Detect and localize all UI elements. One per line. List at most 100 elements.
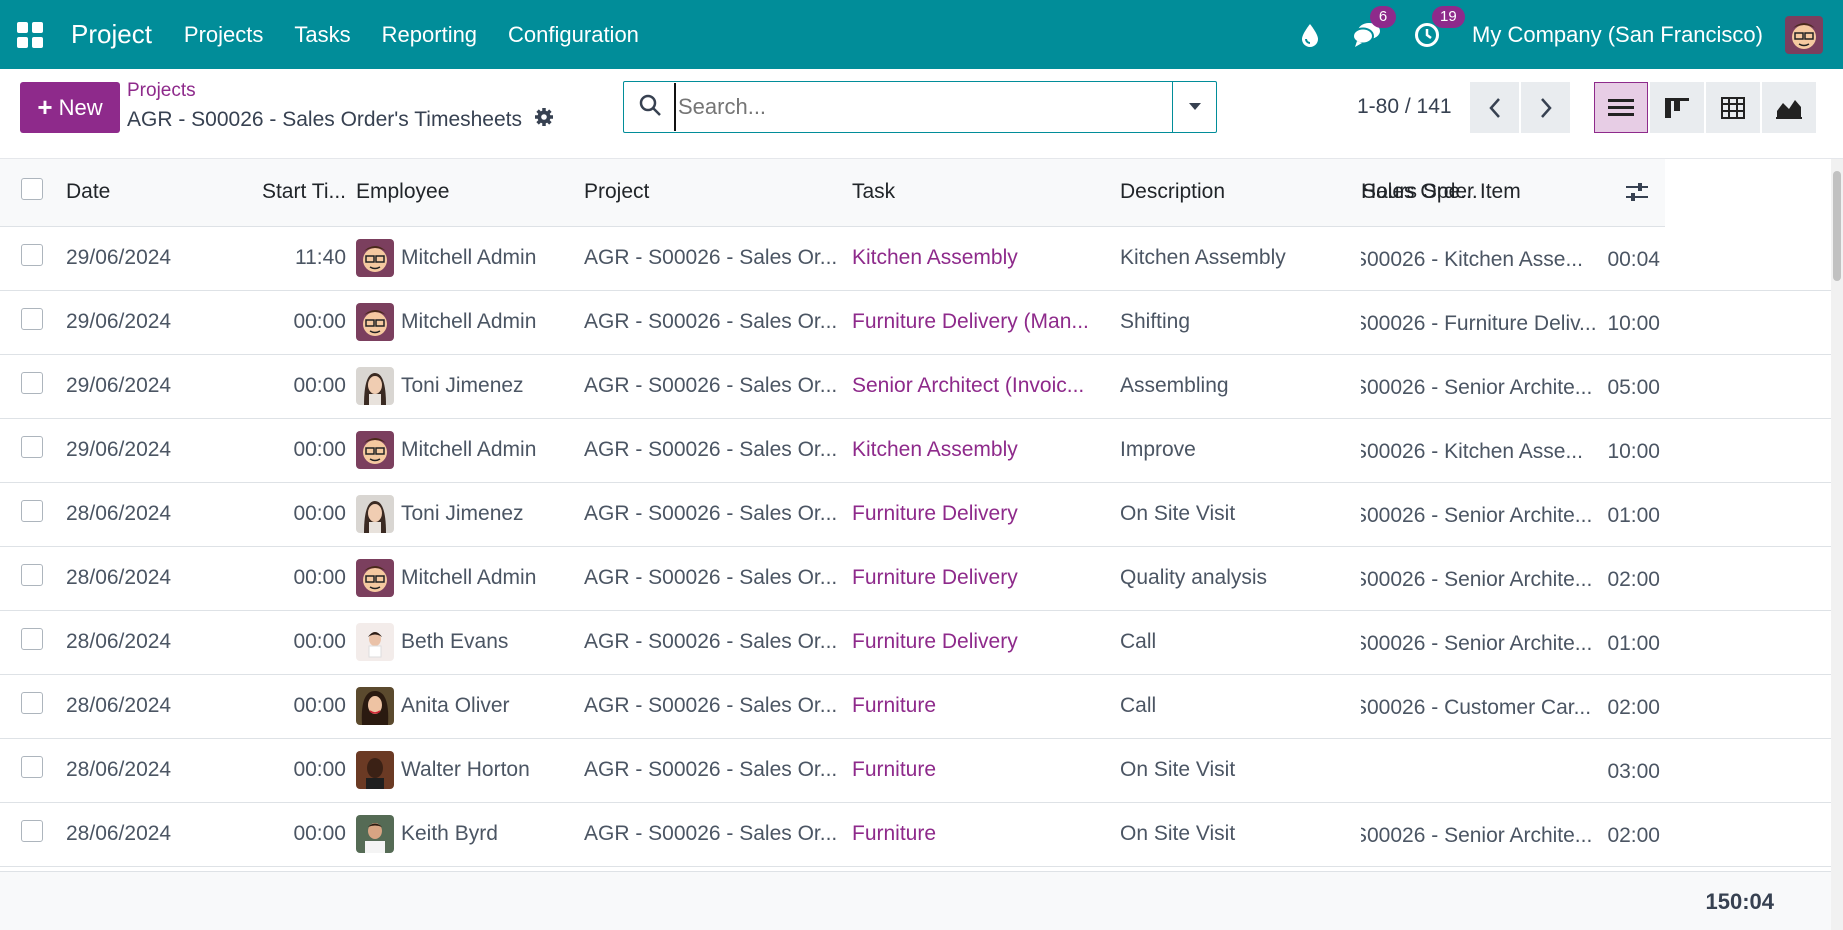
company-switcher[interactable]: My Company (San Francisco) [1472,22,1763,48]
cell-employee[interactable]: Toni Jimenez [356,495,584,533]
cell-hours-spent[interactable]: 02:00 [1607,696,1660,720]
table-row[interactable]: 28/06/2024 00:00 Anita Oliver AGR - S00026 … [0,674,1831,738]
cell-project[interactable]: AGR - S00026 - Sales Or... [584,610,852,674]
row-checkbox[interactable] [21,756,43,778]
menu-configuration[interactable]: Configuration [508,22,639,48]
cell-date[interactable]: 29/06/2024 [66,418,223,482]
kanban-view-button[interactable] [1650,82,1704,133]
cell-hours-spent[interactable]: 10:00 [1607,312,1660,336]
row-checkbox[interactable] [21,500,43,522]
cell-start-time[interactable]: 00:00 [223,802,356,866]
cell-hours-spent[interactable]: 00:04 [1607,248,1660,272]
row-checkbox[interactable] [21,692,43,714]
cell-employee[interactable]: Beth Evans [356,623,584,661]
cell-date[interactable]: 28/06/2024 [66,610,223,674]
column-header-project[interactable]: Project [584,159,852,227]
column-header-date[interactable]: Date [66,159,223,227]
cell-project[interactable]: AGR - S00026 - Sales Or... [584,290,852,354]
cell-description[interactable]: Quality analysis [1120,546,1361,610]
table-row[interactable]: 29/06/2024 00:00 Mitchell Admin AGR - S0002… [0,290,1831,354]
cell-start-time[interactable]: 00:00 [223,546,356,610]
cell-description[interactable]: Call [1120,674,1361,738]
cell-hours-spent[interactable]: 01:00 [1607,504,1660,528]
cell-project[interactable]: AGR - S00026 - Sales Or... [584,738,852,802]
cell-task[interactable]: Senior Architect (Invoic... [852,354,1120,418]
cell-sales-order-item[interactable]: S00026 - Senior Archite... [1361,504,1592,528]
table-row[interactable]: 28/06/2024 00:00 Toni Jimenez AGR - S00026 … [0,482,1831,546]
cell-employee[interactable]: Mitchell Admin [356,431,584,469]
cell-project[interactable]: AGR - S00026 - Sales Or... [584,354,852,418]
cell-description[interactable]: Shifting [1120,290,1361,354]
activities-clock-icon[interactable]: 19 [1414,5,1465,48]
droplet-icon[interactable] [1300,23,1320,47]
grid-view-button[interactable] [1706,82,1760,133]
table-row[interactable]: 29/06/2024 11:40 Mitchell Admin AGR - S0002… [0,226,1831,290]
cell-sales-order-item[interactable]: S00026 - Customer Car... [1361,696,1591,720]
cell-description[interactable]: Kitchen Assembly [1120,226,1361,290]
cell-start-time[interactable]: 00:00 [223,290,356,354]
apps-menu-icon[interactable] [15,20,45,50]
row-checkbox[interactable] [21,244,43,266]
pager-previous-button[interactable] [1470,82,1519,133]
row-checkbox[interactable] [21,564,43,586]
cell-date[interactable]: 29/06/2024 [66,354,223,418]
cell-date[interactable]: 28/06/2024 [66,546,223,610]
row-checkbox[interactable] [21,372,43,394]
row-checkbox[interactable] [21,308,43,330]
messages-icon[interactable]: 6 [1352,5,1397,48]
table-row[interactable]: 28/06/2024 00:00 Keith Byrd AGR - S00026 - … [0,802,1831,866]
cell-task[interactable]: Furniture Delivery [852,482,1120,546]
cell-description[interactable]: Assembling [1120,354,1361,418]
cell-hours-spent[interactable]: 05:00 [1607,376,1660,400]
cell-description[interactable]: Call [1120,610,1361,674]
cell-employee[interactable]: Mitchell Admin [356,303,584,341]
cell-date[interactable]: 29/06/2024 [66,290,223,354]
user-avatar[interactable] [1785,15,1823,54]
cell-employee[interactable]: Walter Horton [356,751,584,789]
cell-start-time[interactable]: 11:40 [223,226,356,290]
cell-start-time[interactable]: 00:00 [223,738,356,802]
cell-project[interactable]: AGR - S00026 - Sales Or... [584,226,852,290]
app-brand[interactable]: Project [71,19,152,50]
scrollbar-thumb[interactable] [1833,171,1841,281]
breadcrumb-projects-link[interactable]: Projects [127,80,196,102]
menu-projects[interactable]: Projects [184,22,263,48]
cell-task[interactable]: Kitchen Assembly [852,226,1120,290]
cell-sales-order-item[interactable]: S00026 - Senior Archite... [1361,568,1592,592]
menu-reporting[interactable]: Reporting [382,22,477,48]
cell-project[interactable]: AGR - S00026 - Sales Or... [584,802,852,866]
table-row[interactable]: 28/06/2024 00:00 Walter Horton AGR - S00026… [0,738,1831,802]
cell-start-time[interactable]: 00:00 [223,482,356,546]
cell-start-time[interactable]: 00:00 [223,418,356,482]
cell-date[interactable]: 28/06/2024 [66,482,223,546]
cell-sales-order-item[interactable]: S00026 - Senior Archite... [1361,824,1592,848]
graph-view-button[interactable] [1762,82,1816,133]
cell-employee[interactable]: Mitchell Admin [356,559,584,597]
cell-date[interactable]: 28/06/2024 [66,674,223,738]
cell-start-time[interactable]: 00:00 [223,354,356,418]
new-button[interactable]: + New [20,82,120,133]
search-options-toggle[interactable] [1172,82,1216,132]
column-header-start-time[interactable]: Start Ti... [223,159,356,227]
cell-description[interactable]: On Site Visit [1120,738,1361,802]
cell-task[interactable]: Furniture [852,738,1120,802]
cell-employee[interactable]: Keith Byrd [356,815,584,853]
cell-sales-order-item[interactable]: S00026 - Senior Archite... [1361,632,1592,656]
cell-hours-spent[interactable]: 02:00 [1607,824,1660,848]
cell-task[interactable]: Kitchen Assembly [852,418,1120,482]
table-row[interactable]: 29/06/2024 00:00 Mitchell Admin AGR - S0002… [0,418,1831,482]
cell-sales-order-item[interactable]: S00026 - Furniture Deliv... [1361,312,1597,336]
cell-task[interactable]: Furniture [852,802,1120,866]
cell-employee[interactable]: Toni Jimenez [356,367,584,405]
table-row[interactable]: 29/06/2024 00:00 Toni Jimenez AGR - S00026 … [0,354,1831,418]
select-all-checkbox[interactable] [21,178,43,201]
table-row[interactable]: 28/06/2024 00:00 Beth Evans AGR - S00026 - … [0,610,1831,674]
column-header-task[interactable]: Task [852,159,1120,227]
cell-task[interactable]: Furniture Delivery (Man... [852,290,1120,354]
vertical-scrollbar[interactable] [1831,159,1843,930]
cell-description[interactable]: Improve [1120,418,1361,482]
list-view-button[interactable] [1594,82,1648,133]
cell-date[interactable]: 29/06/2024 [66,226,223,290]
column-header-description[interactable]: Description [1120,159,1361,227]
cell-project[interactable]: AGR - S00026 - Sales Or... [584,674,852,738]
